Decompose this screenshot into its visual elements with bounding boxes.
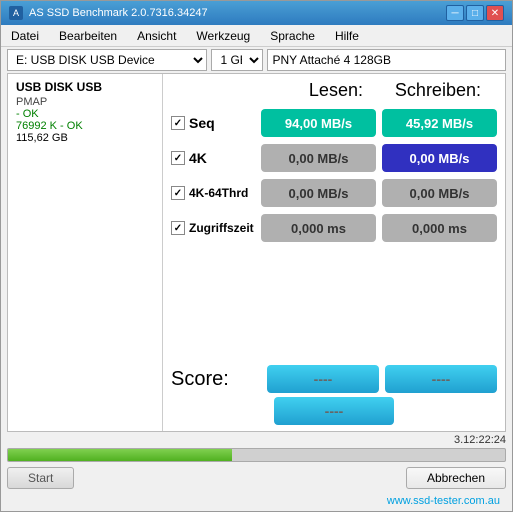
score-total-value: ---- [274, 397, 394, 425]
status-ok2: 76992 K - OK [16, 120, 154, 132]
minimize-button[interactable]: ─ [446, 5, 464, 21]
4k-values: 0,00 MB/s 0,00 MB/s [261, 144, 497, 172]
4k64-label: ✓ 4K-64Thrd [171, 186, 261, 200]
size-select[interactable]: 1 GB [211, 49, 263, 71]
menu-hilfe[interactable]: Hilfe [329, 27, 365, 45]
device-name: USB DISK USB [16, 80, 154, 94]
4k64-read-value: 0,00 MB/s [261, 179, 376, 207]
bench-row-4k64: ✓ 4K-64Thrd 0,00 MB/s 0,00 MB/s [171, 177, 497, 209]
right-panel: Lesen: Schreiben: ✓ Seq 94,00 MB/s 45,92… [163, 74, 505, 431]
watermark: www.ssd-tester.com.au [7, 494, 506, 509]
bench-header: Lesen: Schreiben: [171, 80, 497, 101]
seq-write-value: 45,92 MB/s [382, 109, 497, 137]
4k-label: ✓ 4K [171, 150, 261, 166]
progress-bar-inner [8, 449, 232, 461]
bench-rows: ✓ Seq 94,00 MB/s 45,92 MB/s ✓ 4K 0, [171, 107, 497, 359]
menu-datei[interactable]: Datei [5, 27, 45, 45]
score-read-value: ---- [267, 365, 379, 393]
score-write-value: ---- [385, 365, 497, 393]
4k64-values: 0,00 MB/s 0,00 MB/s [261, 179, 497, 207]
main-content: USB DISK USB PMAP - OK 76992 K - OK 115,… [7, 73, 506, 432]
start-button[interactable]: Start [7, 467, 74, 489]
menu-bearbeiten[interactable]: Bearbeiten [53, 27, 123, 45]
pmap-label: PMAP [16, 96, 154, 108]
action-row: Start Abbrechen [7, 464, 506, 492]
main-window: A AS SSD Benchmark 2.0.7316.34247 ─ □ ✕ … [0, 0, 513, 512]
drive-name-field[interactable] [267, 49, 506, 71]
close-button[interactable]: ✕ [486, 5, 504, 21]
bench-row-seq: ✓ Seq 94,00 MB/s 45,92 MB/s [171, 107, 497, 139]
access-write-value: 0,000 ms [382, 214, 497, 242]
bottom-area: 3.12:22:24 Start Abbrechen www.ssd-teste… [1, 432, 512, 511]
drive-select[interactable]: E: USB DISK USB Device [7, 49, 207, 71]
access-checkbox[interactable]: ✓ [171, 221, 185, 235]
disk-size: 115,62 GB [16, 132, 154, 144]
bench-row-access: ✓ Zugriffszeit 0,000 ms 0,000 ms [171, 212, 497, 244]
score-total: ---- [171, 397, 497, 425]
window-title: AS SSD Benchmark 2.0.7316.34247 [29, 7, 208, 19]
access-label: ✓ Zugriffszeit [171, 221, 261, 235]
4k-text: 4K [189, 150, 207, 166]
seq-label: ✓ Seq [171, 115, 261, 131]
read-header: Lesen: [309, 80, 363, 101]
progress-bar-outer [7, 448, 506, 462]
4k64-text: 4K-64Thrd [189, 186, 248, 200]
access-text: Zugriffszeit [189, 221, 254, 235]
score-values: ---- ---- [267, 365, 497, 393]
score-label: Score: [171, 368, 229, 390]
menu-ansicht[interactable]: Ansicht [131, 27, 182, 45]
menu-bar: Datei Bearbeiten Ansicht Werkzeug Sprach… [1, 25, 512, 47]
title-buttons: ─ □ ✕ [446, 5, 504, 21]
access-values: 0,000 ms 0,000 ms [261, 214, 497, 242]
maximize-button[interactable]: □ [466, 5, 484, 21]
cancel-button[interactable]: Abbrechen [406, 467, 506, 489]
4k-checkbox[interactable]: ✓ [171, 151, 185, 165]
access-read-value: 0,000 ms [261, 214, 376, 242]
write-header: Schreiben: [395, 80, 481, 101]
seq-values: 94,00 MB/s 45,92 MB/s [261, 109, 497, 137]
4k-write-value: 0,00 MB/s [382, 144, 497, 172]
toolbar: E: USB DISK USB Device 1 GB [1, 47, 512, 73]
time-label: 3.12:22:24 [454, 434, 506, 446]
app-icon: A [9, 6, 23, 20]
title-bar: A AS SSD Benchmark 2.0.7316.34247 ─ □ ✕ [1, 1, 512, 25]
4k64-checkbox[interactable]: ✓ [171, 186, 185, 200]
progress-row: 3.12:22:24 [7, 434, 506, 446]
bench-row-4k: ✓ 4K 0,00 MB/s 0,00 MB/s [171, 142, 497, 174]
status-ok1: - OK [16, 108, 154, 120]
menu-werkzeug[interactable]: Werkzeug [190, 27, 256, 45]
4k-read-value: 0,00 MB/s [261, 144, 376, 172]
menu-sprache[interactable]: Sprache [264, 27, 321, 45]
left-panel: USB DISK USB PMAP - OK 76992 K - OK 115,… [8, 74, 163, 431]
seq-checkbox[interactable]: ✓ [171, 116, 185, 130]
seq-read-value: 94,00 MB/s [261, 109, 376, 137]
seq-text: Seq [189, 115, 215, 131]
score-section: Score: ---- ---- ---- [171, 365, 497, 425]
4k64-write-value: 0,00 MB/s [382, 179, 497, 207]
title-bar-left: A AS SSD Benchmark 2.0.7316.34247 [9, 6, 208, 20]
